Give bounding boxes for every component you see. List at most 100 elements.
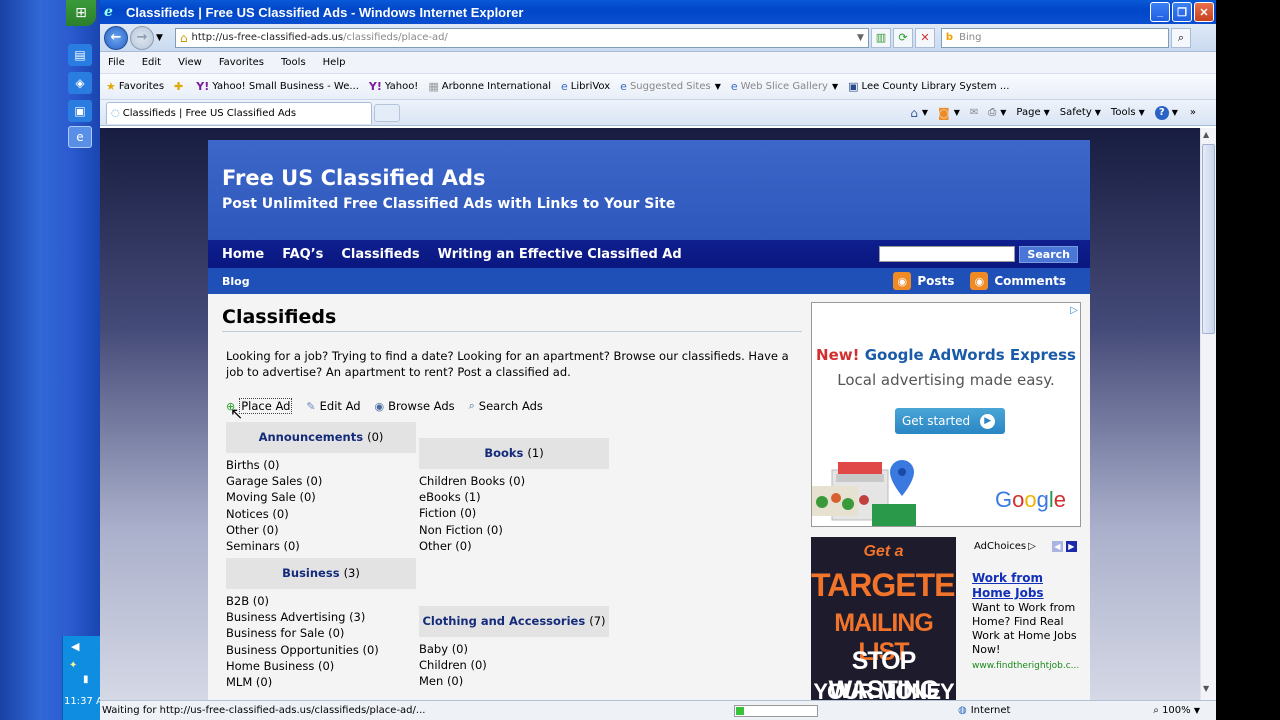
- get-started-button[interactable]: Get started ▶: [895, 408, 1005, 434]
- posts-feed-link[interactable]: ◉ Posts: [893, 272, 954, 290]
- start-button[interactable]: ⊞: [66, 0, 96, 26]
- ie-taskbar-icon[interactable]: e: [68, 126, 92, 148]
- subcategory-link[interactable]: Fiction (0): [419, 505, 609, 521]
- back-button[interactable]: ←: [104, 25, 128, 50]
- ad-url-link[interactable]: www.findtherightjob.c...: [972, 659, 1080, 673]
- site-search-input[interactable]: [879, 246, 1016, 262]
- menu-edit[interactable]: Edit: [142, 57, 161, 68]
- history-dropdown-icon[interactable]: ▼: [156, 33, 163, 43]
- site-search-button[interactable]: Search: [1019, 245, 1078, 263]
- subcategory-link[interactable]: Business Opportunities (0): [226, 642, 416, 658]
- tools-menu[interactable]: Tools ▼: [1111, 107, 1145, 118]
- more-commands-icon[interactable]: »: [1190, 107, 1196, 118]
- forward-button[interactable]: →: [130, 25, 154, 50]
- new-tab-button[interactable]: [374, 103, 400, 122]
- search-icon[interactable]: ⌕: [1170, 27, 1191, 48]
- tray-expand-icon[interactable]: ◀: [71, 640, 79, 653]
- nav-classifieds[interactable]: Classifieds: [341, 247, 419, 262]
- subcategory-link[interactable]: Non Fiction (0): [419, 522, 609, 538]
- site-title[interactable]: Free US Classified Ads: [222, 166, 1076, 190]
- subcategory-link[interactable]: Home Business (0): [226, 658, 416, 674]
- ad-title-link[interactable]: Work from Home Jobs: [972, 571, 1080, 601]
- adwords-ad[interactable]: ▷ New! Google AdWords Express Local adve…: [811, 302, 1081, 527]
- safety-menu[interactable]: Safety ▼: [1060, 107, 1101, 118]
- scroll-up-icon[interactable]: ▲: [1203, 130, 1209, 139]
- fav-arbonne[interactable]: ▦ Arbonne International: [428, 80, 551, 93]
- read-mail-button[interactable]: ✉: [970, 107, 978, 118]
- subcategory-link[interactable]: Children (0): [419, 657, 609, 673]
- fav-librivox[interactable]: e LibriVox: [561, 80, 610, 93]
- menu-file[interactable]: File: [108, 57, 125, 68]
- url-dropdown-icon[interactable]: ▼: [857, 33, 868, 43]
- browse-ads-link[interactable]: ◉ Browse Ads: [375, 398, 455, 414]
- vertical-scrollbar[interactable]: ▲ ▼: [1200, 128, 1216, 700]
- zoom-control[interactable]: ⌕ 100% ▼: [1153, 705, 1216, 716]
- subcategory-link[interactable]: Seminars (0): [226, 538, 416, 554]
- category-header[interactable]: Books (1): [419, 438, 609, 469]
- print-button[interactable]: ⎙ ▼: [988, 107, 1006, 118]
- subcategory-link[interactable]: Births (0): [226, 457, 416, 473]
- subcategory-link[interactable]: Garage Sales (0): [226, 473, 416, 489]
- scroll-thumb[interactable]: [1202, 144, 1215, 334]
- minimize-button[interactable]: _: [1150, 2, 1170, 22]
- maximize-button[interactable]: ❐: [1172, 2, 1192, 22]
- compatibility-icon[interactable]: ▥: [870, 27, 891, 48]
- edit-ad-link[interactable]: ✎ Edit Ad: [306, 398, 360, 414]
- volume-icon[interactable]: ▮: [83, 674, 89, 685]
- fav-suggested-sites[interactable]: e Suggested Sites ▼: [620, 80, 721, 93]
- favorites-button[interactable]: ★ Favorites: [106, 80, 164, 93]
- subcategory-link[interactable]: Moving Sale (0): [226, 489, 416, 505]
- subcategory-link[interactable]: Business Advertising (3): [226, 609, 416, 625]
- subcategory-link[interactable]: Baby (0): [419, 641, 609, 657]
- comments-feed-link[interactable]: ◉ Comments: [970, 272, 1066, 290]
- subcategory-link[interactable]: eBooks (1): [419, 489, 609, 505]
- menu-help[interactable]: Help: [323, 57, 346, 68]
- shield-icon[interactable]: ◈: [68, 72, 92, 94]
- subcategory-link[interactable]: Other (0): [419, 538, 609, 554]
- menu-view[interactable]: View: [178, 57, 202, 68]
- add-favorite-button[interactable]: ✚: [174, 80, 186, 93]
- network-icon[interactable]: ✦: [69, 660, 77, 671]
- nav-writing-effective-ad[interactable]: Writing an Effective Classified Ad: [438, 247, 682, 262]
- category-header[interactable]: Clothing and Accessories (7): [419, 606, 609, 637]
- close-button[interactable]: ✕: [1194, 2, 1214, 22]
- security-zone[interactable]: ◍ Internet: [958, 705, 1010, 716]
- category-header[interactable]: Business (3): [226, 558, 416, 589]
- fav-web-slice-gallery[interactable]: e Web Slice Gallery ▼: [731, 80, 838, 93]
- home-button[interactable]: ⌂ ▼: [910, 106, 928, 120]
- search-input[interactable]: b Bing: [940, 27, 1169, 48]
- menu-tools[interactable]: Tools: [281, 57, 306, 68]
- document-icon[interactable]: ▣: [68, 100, 92, 122]
- ad-choices-icon[interactable]: ▷: [1070, 305, 1078, 316]
- nav-blog[interactable]: Blog: [222, 275, 250, 288]
- help-button[interactable]: ? ▼: [1154, 105, 1178, 120]
- fav-lee-county-library[interactable]: ▣ Lee County Library System ...: [848, 80, 1009, 93]
- prev-ad-icon[interactable]: ◀: [1051, 541, 1063, 552]
- tab-classifieds[interactable]: ◌ Classifieds | Free US Classified Ads: [106, 101, 372, 124]
- folder-icon[interactable]: ▤: [68, 44, 92, 66]
- refresh-icon[interactable]: ⟳: [892, 27, 913, 48]
- menu-favorites[interactable]: Favorites: [219, 57, 264, 68]
- subcategory-link[interactable]: Other (0): [226, 522, 416, 538]
- next-ad-icon[interactable]: ▶: [1065, 541, 1077, 552]
- feeds-button[interactable]: ◙ ▼: [938, 106, 960, 120]
- fav-yahoo-small-business[interactable]: Y! Yahoo! Small Business - We...: [196, 80, 359, 93]
- subcategory-link[interactable]: B2B (0): [226, 593, 416, 609]
- subcategory-link[interactable]: Children Books (0): [419, 473, 609, 489]
- scroll-down-icon[interactable]: ▼: [1203, 684, 1209, 693]
- search-ads-link[interactable]: ⌕ Search Ads: [469, 398, 543, 414]
- category-header[interactable]: Announcements (0): [226, 422, 416, 453]
- url-input[interactable]: ⌂ http://us-free-classified-ads.us/class…: [174, 27, 869, 48]
- subcategory-link[interactable]: Business for Sale (0): [226, 625, 416, 641]
- stop-icon[interactable]: ✕: [914, 27, 935, 48]
- subcategory-link[interactable]: MLM (0): [226, 674, 416, 690]
- page-menu[interactable]: Page ▼: [1016, 107, 1049, 118]
- nav-faqs[interactable]: FAQ’s: [282, 247, 323, 262]
- subcategory-link[interactable]: Notices (0): [226, 506, 416, 522]
- mailing-list-ad-image[interactable]: Get a TARGETED MAILING LIST STOP WASTING…: [811, 537, 956, 700]
- fav-yahoo[interactable]: Y! Yahoo!: [369, 80, 418, 93]
- title-divider: [222, 331, 802, 332]
- ad-choices[interactable]: AdChoices ▷ ◀ ▶: [974, 541, 1077, 552]
- nav-home[interactable]: Home: [222, 247, 264, 262]
- subcategory-link[interactable]: Men (0): [419, 673, 609, 689]
